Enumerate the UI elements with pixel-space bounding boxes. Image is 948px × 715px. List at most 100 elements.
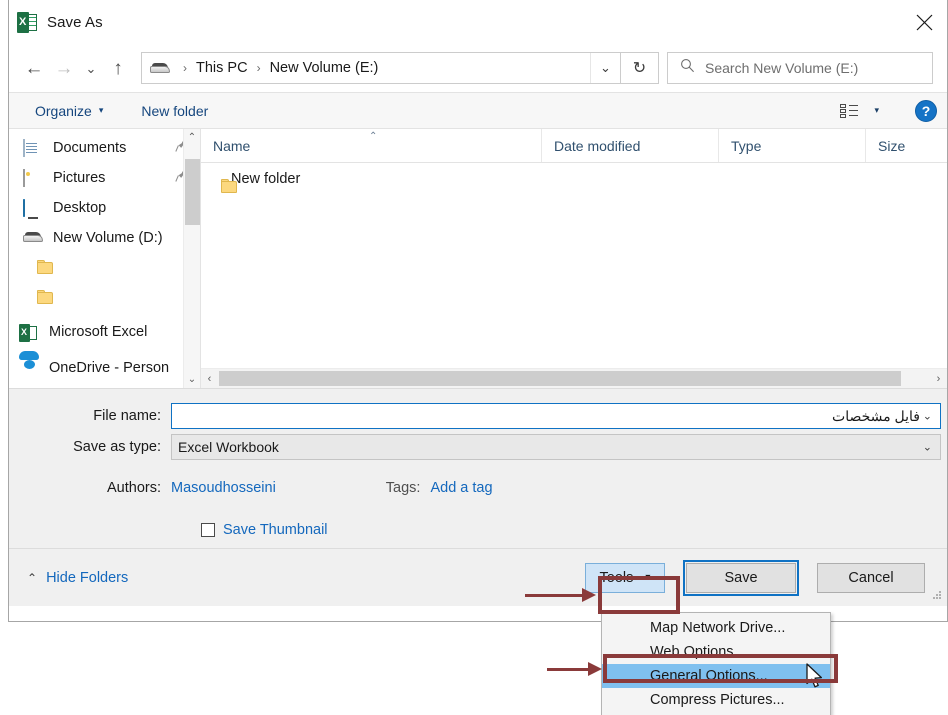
mouse-cursor bbox=[806, 663, 823, 688]
table-row[interactable]: New folder bbox=[201, 163, 947, 195]
sidebar-item-desktop[interactable]: Desktop bbox=[9, 193, 200, 223]
save-as-type-value: Excel Workbook bbox=[178, 439, 279, 455]
organize-label: Organize bbox=[35, 102, 92, 119]
sidebar-item-label: New Volume (D:) bbox=[53, 230, 163, 246]
save-as-type-row: Save as type: Excel Workbook ⌄ bbox=[9, 429, 947, 460]
menu-item-label: Web Options... bbox=[650, 644, 746, 660]
recent-locations-button[interactable]: ⌄ bbox=[79, 53, 103, 83]
refresh-button[interactable]: ↻ bbox=[621, 52, 659, 84]
search-placeholder: Search New Volume (E:) bbox=[705, 60, 859, 76]
chevron-up-icon: ⌃ bbox=[27, 570, 38, 585]
column-label: Name bbox=[213, 137, 251, 154]
metadata-row: Authors: Masoudhosseini Tags: Add a tag bbox=[9, 460, 947, 496]
new-folder-button[interactable]: New folder bbox=[133, 99, 216, 123]
sidebar-item-folder-1[interactable] bbox=[9, 253, 200, 283]
scrollbar-track[interactable] bbox=[218, 369, 930, 388]
tags-label: Tags: bbox=[385, 480, 421, 496]
view-options-button[interactable]: ▾ bbox=[832, 100, 887, 122]
sidebar-item-label: Desktop bbox=[53, 200, 107, 216]
sidebar-item-onedrive[interactable]: OneDrive - Person bbox=[9, 351, 200, 383]
authors-label: Authors: bbox=[107, 480, 161, 496]
excel-icon bbox=[17, 11, 37, 33]
up-button[interactable]: ↑ bbox=[103, 53, 133, 83]
menu-item-general-options[interactable]: General Options... bbox=[602, 664, 830, 688]
arrow-to-general-options bbox=[547, 662, 603, 676]
hide-folders-label: Hide Folders bbox=[46, 569, 129, 586]
tools-dropdown-menu: Map Network Drive... Web Options... Gene… bbox=[601, 612, 831, 715]
view-list-icon bbox=[840, 103, 859, 118]
breadcrumb-new-volume-e[interactable]: New Volume (E:) bbox=[268, 60, 381, 76]
sort-ascending-icon: ⌃ bbox=[369, 131, 378, 142]
help-button[interactable]: ? bbox=[915, 99, 937, 122]
forward-button[interactable]: → bbox=[49, 53, 79, 83]
scrollbar-thumb[interactable] bbox=[219, 371, 901, 386]
chevron-down-icon[interactable]: ⌄ bbox=[590, 53, 620, 83]
navigation-pane-scrollbar[interactable]: ⌃ ⌄ bbox=[183, 129, 200, 388]
sidebar-item-documents[interactable]: Documents bbox=[9, 133, 200, 163]
scrollbar-thumb[interactable] bbox=[185, 159, 200, 225]
dialog-footer: ⌃ Hide Folders Tools ▾ Save Cancel bbox=[9, 548, 947, 606]
column-header-type[interactable]: Type bbox=[719, 129, 866, 162]
scroll-up-icon[interactable]: ⌃ bbox=[184, 129, 200, 146]
menu-item-label: Map Network Drive... bbox=[650, 620, 786, 636]
save-as-type-select[interactable]: Excel Workbook ⌄ bbox=[171, 434, 941, 460]
sidebar-item-new-volume-d[interactable]: New Volume (D:) bbox=[9, 223, 200, 253]
menu-item-label: Compress Pictures... bbox=[650, 692, 785, 708]
chevron-down-icon: ▾ bbox=[98, 105, 104, 115]
address-bar[interactable]: › This PC › New Volume (E:) ⌄ bbox=[141, 52, 621, 84]
sidebar-item-folder-2[interactable] bbox=[9, 283, 200, 313]
search-icon bbox=[680, 58, 695, 78]
column-headers: Name ⌃ Date modified Type Size bbox=[201, 129, 947, 163]
cancel-button[interactable]: Cancel bbox=[817, 562, 925, 593]
resize-grip[interactable] bbox=[932, 591, 942, 601]
column-label: Size bbox=[878, 137, 906, 154]
sidebar-item-label: Pictures bbox=[53, 170, 106, 186]
sidebar-item-label: OneDrive - Person bbox=[49, 360, 170, 376]
save-thumbnail-row: Save Thumbnail bbox=[9, 496, 947, 538]
file-name-input[interactable]: فایل مشخصات ⌄ bbox=[171, 403, 941, 429]
menu-item-compress-pictures[interactable]: Compress Pictures... bbox=[602, 688, 830, 712]
scroll-left-icon[interactable]: ‹ bbox=[201, 373, 218, 385]
column-header-size[interactable]: Size bbox=[866, 129, 946, 162]
organize-button[interactable]: Organize ▾ bbox=[27, 99, 111, 123]
chevron-down-icon[interactable]: ⌄ bbox=[923, 441, 932, 454]
hide-folders-button[interactable]: ⌃ Hide Folders bbox=[27, 570, 128, 586]
authors-value[interactable]: Masoudhosseini bbox=[171, 480, 276, 496]
chevron-down-icon[interactable]: ⌄ bbox=[923, 410, 932, 423]
new-folder-label: New folder bbox=[141, 102, 209, 119]
browser-body: Documents Pictures Desktop New Volume (D… bbox=[9, 129, 947, 388]
column-label: Date modified bbox=[554, 137, 641, 154]
column-header-date-modified[interactable]: Date modified bbox=[542, 129, 719, 162]
file-list-horizontal-scrollbar[interactable]: ‹ › bbox=[201, 368, 947, 388]
document-icon bbox=[23, 139, 42, 157]
tools-label: Tools bbox=[599, 569, 634, 586]
save-thumbnail-checkbox[interactable] bbox=[201, 523, 215, 537]
tools-button[interactable]: Tools ▾ bbox=[585, 562, 665, 593]
sidebar-item-label: Microsoft Excel bbox=[49, 324, 148, 340]
back-button[interactable]: ← bbox=[19, 53, 49, 83]
save-as-dialog: Save As ← → ⌄ ↑ › This PC › New Volum bbox=[8, 0, 948, 622]
breadcrumb-this-pc[interactable]: This PC bbox=[194, 60, 250, 76]
folder-icon bbox=[37, 260, 56, 276]
menu-item-map-network-drive[interactable]: Map Network Drive... bbox=[602, 616, 830, 640]
save-button[interactable]: Save bbox=[686, 562, 796, 593]
sidebar-item-microsoft-excel[interactable]: Microsoft Excel bbox=[9, 317, 200, 347]
close-icon[interactable] bbox=[901, 0, 947, 44]
scroll-right-icon[interactable]: › bbox=[930, 373, 947, 385]
picture-icon bbox=[23, 169, 42, 187]
sidebar-item-pictures[interactable]: Pictures bbox=[9, 163, 200, 193]
navigation-pane: Documents Pictures Desktop New Volume (D… bbox=[9, 129, 201, 388]
file-name-value: فایل مشخصات bbox=[832, 407, 920, 424]
onedrive-icon bbox=[19, 351, 39, 376]
column-header-name[interactable]: Name ⌃ bbox=[201, 129, 542, 162]
navigation-bar: ← → ⌄ ↑ › This PC › New Volume (E:) ⌄ ↻ bbox=[9, 44, 947, 92]
file-list-pane: Name ⌃ Date modified Type Size New folde… bbox=[201, 129, 947, 388]
add-a-tag-link[interactable]: Add a tag bbox=[430, 480, 492, 496]
file-name-cell: New folder bbox=[231, 171, 301, 187]
menu-item-web-options[interactable]: Web Options... bbox=[602, 640, 830, 664]
folder-icon bbox=[37, 290, 56, 306]
column-label: Type bbox=[731, 137, 762, 154]
scroll-down-icon[interactable]: ⌄ bbox=[184, 371, 200, 388]
search-input[interactable]: Search New Volume (E:) bbox=[667, 52, 933, 84]
save-as-type-label: Save as type: bbox=[73, 439, 161, 455]
